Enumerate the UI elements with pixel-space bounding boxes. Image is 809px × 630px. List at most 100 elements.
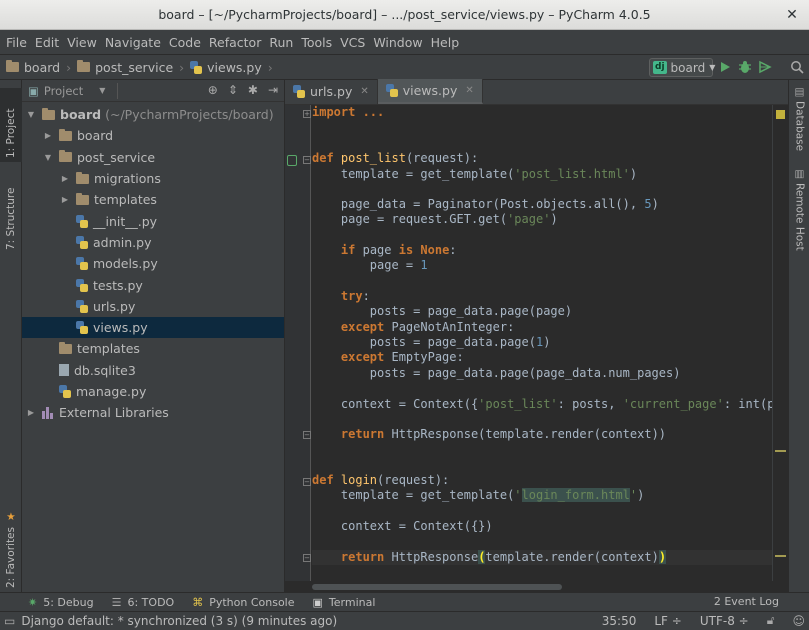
project-panel-tools: ⊕ ⇕ ✱ ⇥ bbox=[208, 83, 278, 97]
fold-marker-icon[interactable]: − bbox=[303, 431, 311, 439]
tab-urls-py[interactable]: urls.py ✕ bbox=[285, 79, 378, 104]
project-panel: ▣ Project ▼ ⊕ ⇕ ✱ ⇥ ▼ board (~/PycharmProj… bbox=[22, 80, 285, 592]
import-fold-text[interactable]: import ... bbox=[312, 105, 384, 119]
error-stripe[interactable] bbox=[772, 105, 788, 581]
python-file-icon bbox=[59, 385, 71, 398]
code-line: page = request.GET.get('page') bbox=[312, 212, 558, 226]
code-line: template = get_template('post_list.html'… bbox=[312, 167, 638, 181]
highlight-marker[interactable] bbox=[775, 450, 786, 452]
tree-item[interactable]: __init__.py bbox=[22, 210, 284, 231]
scrollbar-thumb[interactable] bbox=[312, 584, 562, 590]
project-view-select[interactable]: ▣ Project ▼ bbox=[28, 82, 119, 99]
tree-item[interactable]: ▶ External Libraries bbox=[22, 402, 284, 423]
menu-code[interactable]: Code bbox=[165, 35, 205, 50]
run-icon[interactable] bbox=[717, 59, 733, 75]
tree-item[interactable]: db.sqlite3 bbox=[22, 360, 284, 381]
remote-host-icon: ▥ bbox=[793, 168, 806, 180]
tree-item[interactable]: views.py bbox=[22, 316, 284, 339]
library-icon bbox=[42, 406, 54, 419]
close-tab-icon[interactable]: ✕ bbox=[465, 85, 473, 96]
collapse-all-icon[interactable]: ⇕ bbox=[228, 83, 238, 97]
debug-icon[interactable] bbox=[737, 59, 753, 75]
fold-marker-icon[interactable]: − bbox=[303, 156, 311, 164]
tab-structure[interactable]: 7: Structure bbox=[0, 176, 22, 250]
tree-item[interactable]: templates bbox=[22, 338, 284, 359]
tab-views-py[interactable]: views.py ✕ bbox=[377, 79, 483, 104]
encoding-select[interactable]: UTF-8 ÷ bbox=[700, 614, 749, 628]
highlight-marker[interactable] bbox=[775, 555, 786, 557]
tree-item[interactable]: tests.py bbox=[22, 274, 284, 295]
menu-help[interactable]: Help bbox=[427, 35, 464, 50]
chevron-down-icon: ▼ bbox=[709, 63, 716, 72]
tab-database[interactable]: ▤ Database bbox=[789, 86, 809, 152]
menu-tools[interactable]: Tools bbox=[297, 35, 336, 50]
code-area[interactable]: import ... def post_list(request): templ… bbox=[312, 105, 772, 581]
hide-panel-icon[interactable]: ⇥ bbox=[268, 83, 278, 97]
sidebar-toggle-icon[interactable]: ▭ bbox=[4, 614, 15, 628]
menu-refactor[interactable]: Refactor bbox=[205, 35, 265, 50]
collapsed-arrow-icon[interactable]: ▶ bbox=[26, 408, 36, 417]
status-bar: ▭ Django default: * synchronized (3 s) (… bbox=[0, 611, 809, 630]
breadcrumb-file[interactable]: views.py › bbox=[190, 60, 273, 75]
menu-vcs[interactable]: VCS bbox=[336, 35, 369, 50]
folder-icon bbox=[42, 107, 55, 120]
editor-gutter[interactable]: + − − − − bbox=[285, 105, 311, 581]
tree-item[interactable]: ▶ templates bbox=[22, 189, 284, 210]
tree-item[interactable]: ▶ migrations bbox=[22, 168, 284, 189]
tab-debug[interactable]: ✷ 5: Debug bbox=[28, 596, 94, 609]
close-tab-icon[interactable]: ✕ bbox=[360, 86, 368, 97]
file-icon bbox=[59, 364, 69, 377]
menu-file[interactable]: File bbox=[2, 35, 31, 50]
fold-marker-icon[interactable]: + bbox=[303, 110, 311, 118]
collapsed-arrow-icon[interactable]: ▶ bbox=[60, 195, 70, 204]
tree-item[interactable]: urls.py bbox=[22, 296, 284, 317]
menu-view[interactable]: View bbox=[63, 35, 101, 50]
expanded-arrow-icon[interactable]: ▼ bbox=[43, 153, 53, 162]
tree-item[interactable]: models.py bbox=[22, 253, 284, 274]
search-icon[interactable] bbox=[789, 59, 805, 75]
tab-favorites[interactable]: 2: Favorites ★ bbox=[0, 508, 22, 588]
run-configuration-select[interactable]: dj board ▼ bbox=[649, 58, 716, 77]
code-line-current: return HttpResponse(template.render(cont… bbox=[312, 550, 772, 566]
python-file-icon bbox=[385, 84, 398, 97]
menu-navigate[interactable]: Navigate bbox=[101, 35, 165, 50]
scroll-from-source-icon[interactable]: ⊕ bbox=[208, 83, 218, 97]
tree-item[interactable]: ▶ board bbox=[22, 125, 284, 146]
favorites-tab-label: 2: Favorites bbox=[5, 527, 17, 588]
fold-marker-icon[interactable]: − bbox=[303, 478, 311, 486]
event-log-button[interactable]: 2 Event Log bbox=[714, 595, 779, 608]
tab-terminal[interactable]: ▣ Terminal bbox=[313, 596, 376, 609]
code-line: page_data = Paginator(Post.objects.all()… bbox=[312, 197, 659, 211]
tab-todo[interactable]: ☰ 6: TODO bbox=[112, 596, 175, 609]
editor-tabs: urls.py ✕ views.py ✕ bbox=[285, 79, 788, 105]
expanded-arrow-icon[interactable]: ▼ bbox=[26, 110, 36, 119]
tree-item[interactable]: ▼ post_service bbox=[22, 147, 284, 168]
line-separator-select[interactable]: LF ÷ bbox=[654, 614, 681, 628]
gear-icon[interactable]: ✱ bbox=[248, 83, 258, 97]
menu-window[interactable]: Window bbox=[369, 35, 426, 50]
menu-run[interactable]: Run bbox=[265, 35, 297, 50]
breadcrumb-folder[interactable]: post_service › bbox=[77, 60, 184, 75]
fold-marker-icon[interactable]: − bbox=[303, 554, 311, 562]
tree-item[interactable]: admin.py bbox=[22, 232, 284, 253]
tree-item[interactable]: ▼ board (~/PycharmProjects/board) bbox=[22, 104, 284, 125]
collapsed-arrow-icon[interactable]: ▶ bbox=[60, 174, 70, 183]
close-icon[interactable]: ✕ bbox=[783, 6, 801, 24]
window-titlebar: board – [~/PycharmProjects/board] – .../… bbox=[0, 0, 809, 30]
run-line-marker-icon[interactable] bbox=[287, 155, 297, 166]
collapsed-arrow-icon[interactable]: ▶ bbox=[43, 131, 53, 140]
lock-icon[interactable]: 🔓︎ bbox=[767, 613, 775, 628]
tab-python-console[interactable]: ⌘ Python Console bbox=[192, 596, 294, 609]
tree-item[interactable]: manage.py bbox=[22, 381, 284, 402]
caret-position[interactable]: 35:50 bbox=[602, 614, 637, 628]
tab-project[interactable]: 1: Project bbox=[0, 88, 22, 162]
tab-remote-host[interactable]: ▥ Remote Host bbox=[789, 168, 809, 252]
inspector-icon[interactable]: ☺︎ bbox=[792, 614, 805, 628]
horizontal-scrollbar[interactable] bbox=[312, 581, 772, 592]
project-view-icon: ▣ bbox=[28, 83, 39, 98]
breadcrumb-project[interactable]: board › bbox=[6, 60, 71, 75]
tab-label: views.py bbox=[402, 83, 458, 98]
coverage-icon[interactable] bbox=[757, 59, 773, 75]
warning-marker-icon[interactable] bbox=[776, 110, 785, 119]
menu-edit[interactable]: Edit bbox=[31, 35, 63, 50]
